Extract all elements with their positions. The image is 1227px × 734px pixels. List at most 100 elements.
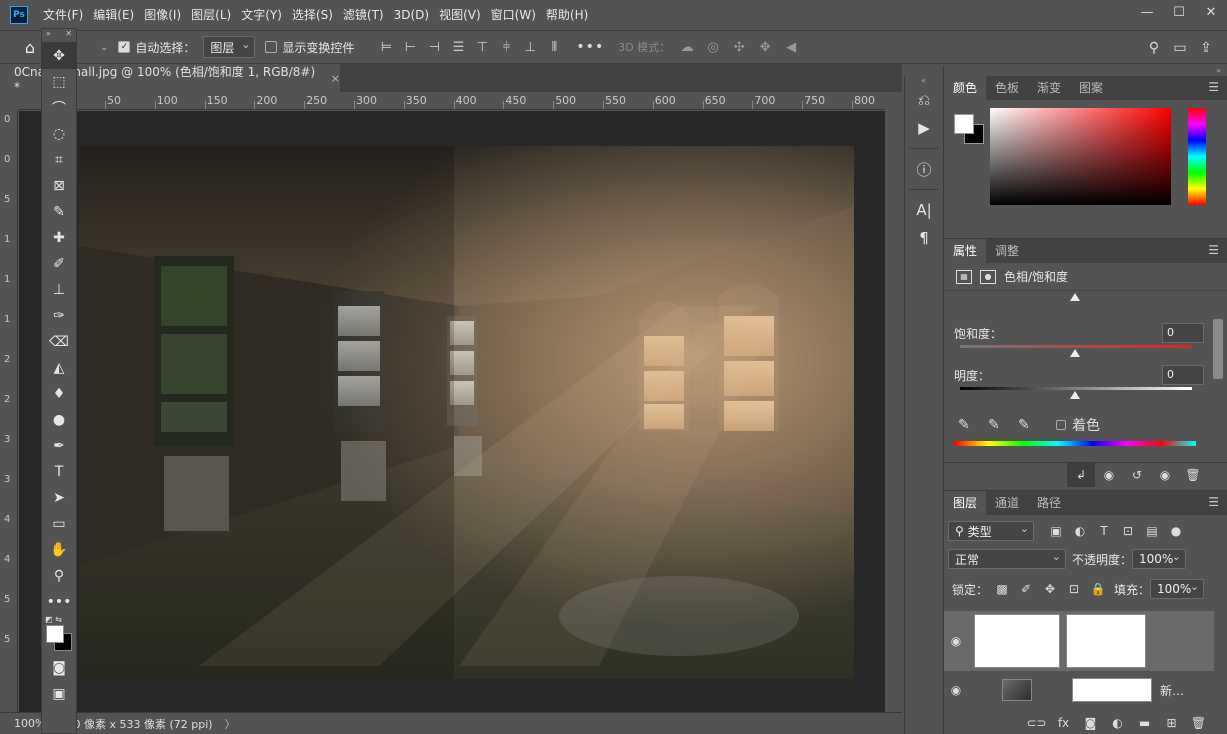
tab-gradients[interactable]: 渐变 [1028, 76, 1070, 100]
move-tool-icon[interactable]: ✥ [42, 43, 76, 69]
eyedropper-icon[interactable]: ✎ [958, 417, 988, 433]
auto-select-checkbox[interactable]: ✓ [118, 41, 131, 53]
align-right-icon[interactable]: ⊣ [422, 40, 446, 55]
fill-input[interactable]: 100% [1150, 579, 1205, 599]
panel-menu-icon[interactable]: ☰ [1208, 495, 1219, 509]
filter-pixel-icon[interactable]: ▣ [1044, 524, 1068, 538]
filter-toggle-icon[interactable]: ● [1164, 524, 1188, 538]
actions-play-icon[interactable]: ▶ [905, 114, 943, 142]
link-layers-icon[interactable]: ⊂⊃ [1023, 716, 1050, 730]
layer-filter-select[interactable]: ⚲ 类型 [948, 521, 1034, 541]
menu-view[interactable]: 视图(V) [434, 0, 486, 30]
tab-color[interactable]: 颜色 [944, 76, 987, 100]
tab-properties[interactable]: 属性 [944, 239, 987, 263]
orbit-3d-icon[interactable]: ☁ [674, 40, 700, 55]
mask-icon[interactable]: ● [980, 269, 996, 284]
document-image[interactable] [79, 146, 854, 679]
panel-menu-icon[interactable]: ☰ [1208, 243, 1219, 257]
search-icon[interactable]: ⚲ [1141, 40, 1167, 56]
reset-icon[interactable]: ↺ [1123, 468, 1151, 482]
add-mask-icon[interactable]: ◙ [1077, 716, 1104, 730]
layer-mask-thumbnail[interactable] [1066, 614, 1146, 668]
collapse-icon[interactable]: « [944, 66, 1227, 76]
new-layer-icon[interactable]: ⊞ [1158, 716, 1185, 730]
align-top-icon[interactable]: ⊤ [470, 40, 494, 55]
status-menu-icon[interactable]: 〉 [225, 716, 236, 732]
eyedropper-tool-icon[interactable]: ✎ [42, 199, 76, 225]
color-swatches[interactable]: ◩ ⇆ [42, 615, 76, 655]
filter-smart-icon[interactable]: ▤ [1140, 524, 1164, 538]
screen-mode-icon[interactable]: ▣ [42, 681, 76, 707]
tab-adjustments[interactable]: 调整 [986, 239, 1028, 263]
tab-channels[interactable]: 通道 [986, 491, 1028, 515]
menu-edit[interactable]: 编辑(E) [88, 0, 139, 30]
menu-filter[interactable]: 滤镜(T) [338, 0, 389, 30]
home-icon[interactable]: ⌂ [20, 37, 40, 57]
layer-style-icon[interactable]: fx [1050, 716, 1077, 730]
lasso-tool-icon[interactable]: ⌒ [42, 95, 76, 121]
tab-swatches[interactable]: 色板 [986, 76, 1028, 100]
menu-3d[interactable]: 3D(D) [389, 0, 434, 30]
close-icon[interactable]: ✕ [1195, 0, 1227, 24]
distribute-h-icon[interactable]: ☰ [446, 40, 470, 55]
collapse-icon[interactable]: « [905, 76, 942, 86]
pan-3d-icon[interactable]: ✣ [726, 40, 752, 55]
distribute-v-icon[interactable]: ⦀ [542, 40, 566, 55]
collapse-icon[interactable]: » [46, 29, 51, 42]
opacity-input[interactable]: 100% [1132, 549, 1187, 569]
more-options-icon[interactable]: ••• [576, 39, 604, 55]
ruler-horizontal[interactable]: 50 100 150 200 250 300 350 400 450 500 550 600 650 70… [18, 92, 902, 110]
panel-menu-icon[interactable]: ☰ [1208, 80, 1219, 94]
align-middle-v-icon[interactable]: ⫩ [494, 40, 518, 55]
eyedropper-plus-icon[interactable]: ✎ [988, 417, 1018, 433]
canvas-scrollbar[interactable] [885, 92, 902, 712]
menu-image[interactable]: 图像(I) [139, 0, 186, 30]
blur-tool-icon[interactable]: ♦ [42, 381, 76, 407]
path-select-tool-icon[interactable]: ➤ [42, 485, 76, 511]
layer-mask-thumbnail[interactable] [1072, 678, 1152, 702]
workspace-icon[interactable]: ▭ [1167, 40, 1193, 56]
foreground-color-swatch[interactable] [46, 625, 64, 643]
align-center-h-icon[interactable]: ⊢ [398, 40, 422, 55]
close-panel-icon[interactable]: ✕ [65, 29, 72, 42]
rectangle-tool-icon[interactable]: ▭ [42, 511, 76, 537]
hue-slider-thumb[interactable] [1070, 293, 1080, 301]
delete-layer-icon[interactable]: 🗑 [1185, 716, 1212, 730]
foreground-color-swatch[interactable] [954, 114, 974, 134]
scale-3d-icon[interactable]: ◀ [778, 40, 804, 55]
show-transform-checkbox[interactable] [265, 41, 278, 53]
stamp-tool-icon[interactable]: ⊥ [42, 277, 76, 303]
colorize-checkbox-row[interactable]: 着色 [1056, 415, 1102, 435]
view-previous-icon[interactable]: ◉ [1095, 468, 1123, 482]
layer-row-adjustment[interactable]: ◉ [944, 611, 1214, 671]
marquee-tool-icon[interactable]: ⬚ [42, 69, 76, 95]
hue-slider[interactable] [1188, 108, 1206, 205]
gradient-tool-icon[interactable]: ◭ [42, 355, 76, 381]
quick-mask-icon[interactable]: ◙ [42, 655, 76, 681]
history-icon[interactable]: ⎌ [905, 86, 943, 114]
dodge-tool-icon[interactable]: ● [42, 407, 76, 433]
canvas-area[interactable] [19, 111, 885, 712]
layer-visibility-icon[interactable]: ◉ [944, 683, 968, 697]
menu-type[interactable]: 文字(Y) [236, 0, 287, 30]
saturation-track[interactable] [960, 345, 1192, 348]
tool-preset-dropdown-icon[interactable]: ⌄ [100, 42, 108, 53]
eraser-tool-icon[interactable]: ⌫ [42, 329, 76, 355]
layer-name[interactable]: 新… [1160, 682, 1184, 699]
new-adjustment-icon[interactable]: ◐ [1104, 716, 1131, 730]
trash-icon[interactable]: 🗑 [1179, 468, 1207, 482]
menu-layer[interactable]: 图层(L) [186, 0, 236, 30]
lock-all-icon[interactable]: 🔒 [1086, 582, 1110, 596]
layer-row-image[interactable]: ◉ 新… [944, 675, 1214, 705]
quick-select-tool-icon[interactable]: ◌ [42, 121, 76, 147]
tools-panel-header[interactable]: » ✕ [42, 29, 76, 43]
close-tab-icon[interactable]: × [331, 72, 340, 85]
lightness-slider-thumb[interactable] [1070, 391, 1080, 399]
colorize-checkbox[interactable] [1056, 420, 1066, 430]
auto-select-target-select[interactable]: 图层 [203, 36, 256, 58]
adjustment-icon[interactable]: ▦ [956, 269, 972, 284]
tab-layers[interactable]: 图层 [944, 491, 987, 515]
hand-tool-icon[interactable]: ✋ [42, 537, 76, 563]
brush-tool-icon[interactable]: ✐ [42, 251, 76, 277]
filter-adjustment-icon[interactable]: ◐ [1068, 524, 1092, 538]
